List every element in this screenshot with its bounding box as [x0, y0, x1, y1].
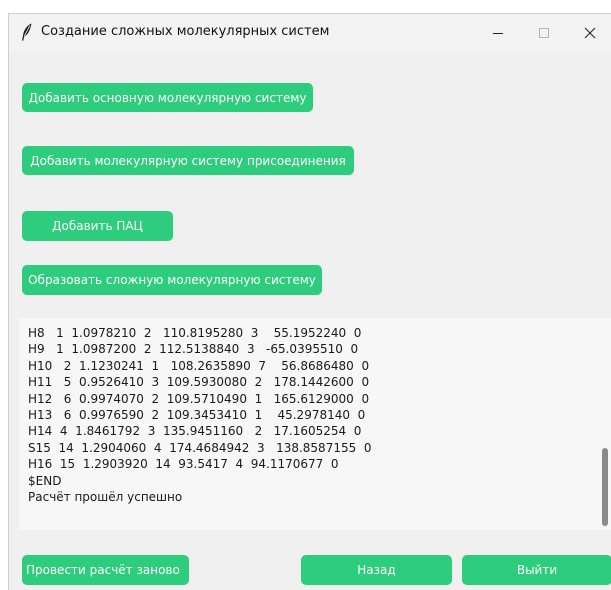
log-line: Расчёт прошёл успешно: [28, 490, 183, 505]
log-line: H8 1 1.0978210 2 110.8195280 3 55.195224…: [28, 326, 362, 340]
close-icon: [584, 27, 596, 39]
log-line: H12 6 0.9974070 2 109.5710490 1 165.6129…: [28, 391, 370, 406]
log-line: $END: [28, 473, 62, 488]
minimize-icon: [493, 33, 503, 34]
log-scrollbar[interactable]: [600, 318, 611, 530]
window-title: Создание сложных молекулярных систем: [41, 24, 330, 39]
app-window: Создание сложных молекулярных систем Доб…: [8, 13, 611, 590]
log-line: H10 2 1.1230241 1 108.2635890 7 56.86864…: [28, 358, 370, 373]
minimize-button[interactable]: [475, 14, 521, 52]
result-log-text: H8 1 1.0978210 2 110.8195280 3 55.195224…: [28, 325, 372, 505]
form-complex-system-button[interactable]: Образовать сложную молекулярную систему: [22, 265, 322, 295]
log-line: H9 1 1.0987200 2 112.5138840 3 -65.03955…: [28, 342, 359, 357]
log-line: H14 4 1.8461792 3 135.9451160 2 17.16052…: [28, 424, 362, 439]
result-log-textbox[interactable]: H8 1 1.0978210 2 110.8195280 3 55.195224…: [19, 318, 611, 530]
maximize-icon: [539, 28, 549, 38]
add-main-system-button[interactable]: Добавить основную молекулярную систему: [22, 83, 313, 112]
feather-icon: [22, 23, 32, 41]
log-line: H13 6 0.9976590 2 109.3453410 1 45.29781…: [28, 408, 366, 423]
back-button[interactable]: Назад: [301, 555, 452, 585]
title-bar[interactable]: Создание сложных молекулярных систем: [9, 14, 611, 52]
scrollbar-thumb[interactable]: [602, 448, 608, 526]
exit-button[interactable]: Выйти: [462, 555, 611, 585]
recalculate-button[interactable]: Провести расчёт заново: [22, 555, 189, 585]
log-line: S15 14 1.2904060 4 174.4684942 3 138.858…: [28, 440, 372, 455]
add-pah-button[interactable]: Добавить ПАЦ: [22, 211, 173, 241]
maximize-button[interactable]: [521, 14, 567, 52]
log-line: H16 15 1.2903920 14 93.5417 4 94.1170677…: [28, 457, 339, 472]
log-line: H11 5 0.9526410 3 109.5930080 2 178.1442…: [28, 375, 370, 390]
close-button[interactable]: [567, 14, 611, 52]
add-attach-system-button[interactable]: Добавить молекулярную систему присоедине…: [22, 146, 354, 175]
